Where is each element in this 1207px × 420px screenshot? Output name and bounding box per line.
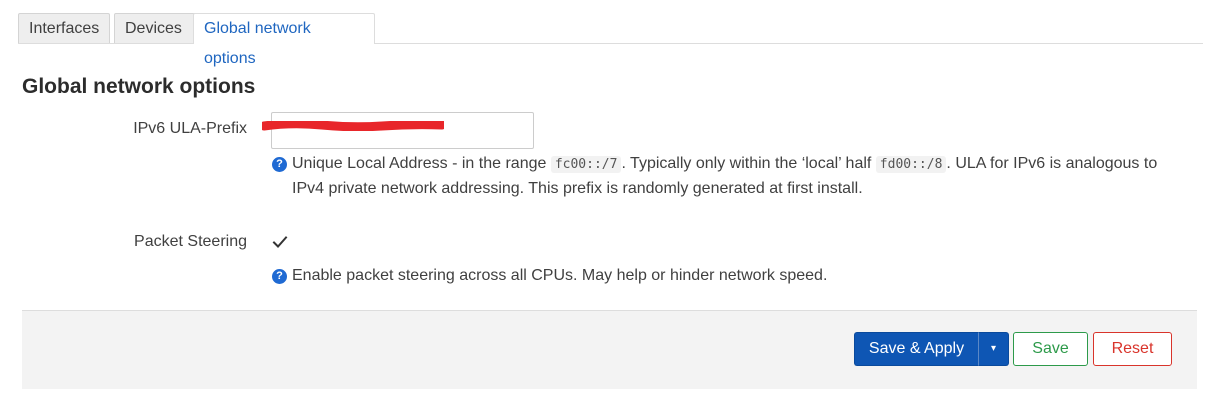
tab-interfaces[interactable]: Interfaces (18, 13, 110, 43)
save-button[interactable]: Save (1013, 332, 1088, 366)
redaction-mark (262, 121, 444, 131)
ula-prefix-label: IPv6 ULA-Prefix (133, 120, 247, 137)
caret-down-icon: ▾ (990, 343, 997, 354)
ula-prefix-help: ? Unique Local Address - in the range fc0… (272, 153, 1202, 200)
packet-steering-help-text: Enable packet steering across all CPUs. … (292, 267, 828, 284)
page-title: Global network options (22, 75, 256, 98)
ula-help-text-1: Unique Local Address - in the range (292, 155, 551, 172)
reset-button[interactable]: Reset (1093, 332, 1172, 366)
tab-bar: Interfaces Devices Global network option… (18, 13, 1203, 67)
packet-steering-help: ? Enable packet steering across all CPUs.… (272, 265, 1172, 287)
ula-help-text-3: . ULA for IPv6 is analogous to (946, 155, 1158, 172)
packet-steering-checkbox[interactable] (271, 233, 289, 251)
question-circle-icon: ? (272, 269, 287, 284)
checkmark-icon (272, 236, 288, 248)
packet-steering-label: Packet Steering (134, 233, 247, 250)
tab-global-network-options[interactable]: Global network options (193, 13, 375, 67)
question-circle-icon: ? (272, 157, 287, 172)
page: Interfaces Devices Global network option… (0, 0, 1207, 420)
save-apply-dropdown-button[interactable]: ▾ (978, 332, 1009, 366)
ula-help-text-4: IPv4 private network addressing. This pr… (292, 180, 863, 197)
ula-help-text-2: . Typically only within the ‘local’ half (621, 155, 876, 172)
ula-local-half-code: fd00::/8 (875, 156, 947, 173)
save-apply-button[interactable]: Save & Apply (854, 332, 978, 366)
ula-range-code: fc00::/7 (550, 156, 622, 173)
